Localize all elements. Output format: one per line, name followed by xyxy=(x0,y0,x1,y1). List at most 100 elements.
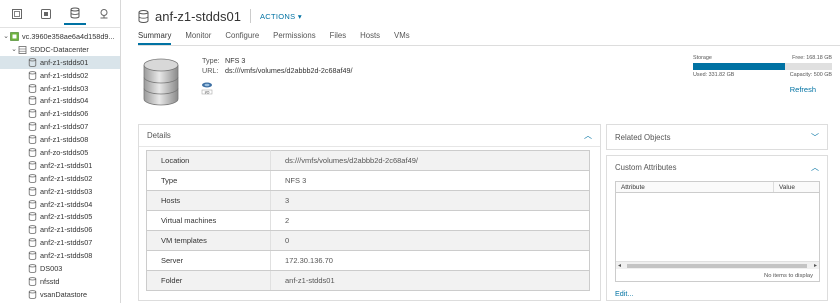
tabs-divider xyxy=(138,45,840,46)
datastore-icon xyxy=(28,122,37,131)
tab-monitor[interactable]: Monitor xyxy=(185,31,211,45)
tree-item[interactable]: anf-z1-stdds07 xyxy=(0,120,120,133)
storage-capacity: Capacity: 500 GB xyxy=(789,72,832,78)
scroll-right-icon[interactable]: ▸ xyxy=(814,262,817,270)
column-header-attribute[interactable]: Attribute xyxy=(616,182,774,192)
tree-item-label: anf2-z1-stdds01 xyxy=(40,160,93,170)
chevron-down-icon[interactable]: ⌄ xyxy=(10,45,18,53)
tree-item[interactable]: DS003 xyxy=(0,262,120,275)
empty-grid-message: No items to display xyxy=(764,273,813,279)
storage-used: Used: 331.82 GB xyxy=(693,72,735,78)
actions-label: ACTIONS xyxy=(260,11,296,21)
chevron-down-icon[interactable]: ⌄ xyxy=(2,32,10,40)
tree-item-label: anf-zo-stdds05 xyxy=(40,147,89,157)
chevron-up-icon[interactable]: ︿ xyxy=(584,130,592,141)
grid-header: Attribute Value xyxy=(616,182,819,193)
datastore-icon xyxy=(28,57,37,67)
details-value: 2 xyxy=(270,210,590,231)
details-key: Virtual machines xyxy=(146,210,271,231)
networking-icon[interactable] xyxy=(93,3,115,25)
tree-item-label: anf2-z1-stdds04 xyxy=(40,199,93,209)
tree-item[interactable]: anf2-z1-stdds02 xyxy=(0,172,120,185)
tree-item[interactable]: anf-z1-stdds04 xyxy=(0,94,120,107)
tree-item-label: anf2-z1-stdds02 xyxy=(40,173,93,183)
storage-icon[interactable] xyxy=(63,3,86,25)
related-objects-header[interactable]: Related Objects ﹀ xyxy=(607,125,827,149)
column-header-value[interactable]: Value xyxy=(774,182,795,192)
details-header[interactable]: Details ︿ xyxy=(139,125,600,147)
edit-attributes-link[interactable]: Edit... xyxy=(615,289,633,298)
datastore-icon xyxy=(28,264,37,273)
tree-item[interactable]: anf-zo-stdds05 xyxy=(0,146,120,159)
object-header: anf-z1-stdds01 ACTIONS ▾ xyxy=(138,7,302,25)
datastore-icon xyxy=(28,173,37,183)
tree-item-label: SDDC-Datacenter xyxy=(30,44,89,54)
tree-item[interactable]: anf2-z1-stdds08 xyxy=(0,249,120,262)
tree-item-label: vsanDatastore xyxy=(40,289,88,299)
tree-item[interactable]: ⌄ SDDC-Datacenter xyxy=(0,43,120,56)
datastore-icon xyxy=(28,238,37,247)
tree-item[interactable]: ⌄ vc.3960e358ae6a4d158d9... xyxy=(0,30,120,43)
tree-item[interactable]: anf2-z1-stdds01 xyxy=(0,159,120,172)
tab-vms[interactable]: VMs xyxy=(394,31,410,45)
tab-hosts[interactable]: Hosts xyxy=(360,31,380,45)
tree-item[interactable]: anf-z1-stdds06 xyxy=(0,107,120,120)
scroll-left-icon[interactable]: ◂ xyxy=(618,262,621,270)
details-row: Location ds:///vmfs/volumes/d2abbb2d-2c68… xyxy=(146,150,590,171)
datastore-icon xyxy=(28,135,37,144)
tree-item[interactable]: vsanDatastore xyxy=(0,288,120,301)
chevron-up-icon[interactable]: ︿ xyxy=(811,162,819,173)
tree-item-label: vc.3960e358ae6a4d158d9... xyxy=(22,31,115,41)
datastore-icon xyxy=(28,83,37,93)
tree-item-label: anf-z1-stdds07 xyxy=(40,122,89,132)
details-value: 3 xyxy=(270,190,590,211)
tree-item[interactable]: anf2-z1-stdds05 xyxy=(0,210,120,223)
storage-bar xyxy=(693,63,832,70)
chevron-down-icon[interactable]: ﹀ xyxy=(811,132,819,143)
summary-header: Type: NFS 3 URL: ds:///vmfs/volumes/d2ab… xyxy=(138,54,832,114)
details-value: anf-z1-stdds01 xyxy=(270,270,590,291)
details-table: Location ds:///vmfs/volumes/d2abbb2d-2c68… xyxy=(146,150,590,291)
main-panel: anf-z1-stdds01 ACTIONS ▾ Summary Monitor C… xyxy=(122,0,840,303)
chevron-down-icon: ▾ xyxy=(297,11,302,21)
actions-menu-button[interactable]: ACTIONS ▾ xyxy=(260,12,302,21)
tree-item[interactable]: anf-z1-stdds02 xyxy=(0,69,120,82)
tab-permissions[interactable]: Permissions xyxy=(273,31,315,45)
tree-item[interactable]: anf2-z1-stdds06 xyxy=(0,223,120,236)
title-divider xyxy=(250,9,251,23)
tab-configure[interactable]: Configure xyxy=(225,31,259,45)
details-row: Folder anf-z1-stdds01 xyxy=(146,270,590,291)
datastore-icon xyxy=(28,212,37,222)
tree-item[interactable]: anf-z1-stdds08 xyxy=(0,133,120,146)
tree-item-label: nfsstd xyxy=(40,276,60,286)
tree-item[interactable]: anf2-z1-stdds03 xyxy=(0,185,120,198)
related-objects-title: Related Objects xyxy=(615,132,671,142)
inventory-navigator: ⌄ vc.3960e358ae6a4d158d9... ⌄ SDDC-Datacent… xyxy=(0,0,121,303)
refresh-link[interactable]: Refresh xyxy=(790,85,816,94)
details-row: Virtual machines 2 xyxy=(146,210,590,231)
horizontal-scrollbar[interactable]: ◂ ▸ xyxy=(616,261,819,269)
details-row: VM templates 0 xyxy=(146,230,590,251)
datastore-icon xyxy=(28,251,37,260)
details-title: Details xyxy=(147,131,171,140)
tree-item[interactable]: anf2-z1-stdds07 xyxy=(0,236,120,249)
tree-item[interactable]: anf2-z1-stdds04 xyxy=(0,198,120,211)
tree-item[interactable]: anf-z1-stdds03 xyxy=(0,82,120,95)
tab-files[interactable]: Files xyxy=(330,31,346,45)
tab-summary[interactable]: Summary xyxy=(138,31,172,45)
datacenter-icon xyxy=(18,45,27,54)
custom-attributes-header[interactable]: Custom Attributes ︿ xyxy=(607,156,827,178)
vms-templates-icon[interactable] xyxy=(35,3,57,25)
tree-item-label: anf-z1-stdds01 xyxy=(40,57,89,67)
details-value: NFS 3 xyxy=(270,170,590,191)
hosts-clusters-icon[interactable] xyxy=(6,3,28,25)
tree-item-label: anf2-z1-stdds03 xyxy=(40,186,93,196)
scrollbar-thumb[interactable] xyxy=(627,264,807,268)
details-card: Details ︿ Location ds:///vmfs/volumes/d2a… xyxy=(138,124,601,301)
datastore-icon xyxy=(28,109,37,119)
storage-bar-fill xyxy=(693,63,786,70)
tree-item[interactable]: anf-z1-stdds01 xyxy=(0,55,120,69)
type-label: Type: xyxy=(202,56,220,65)
storage-bottom-row: Used: 331.82 GB Capacity: 500 GB xyxy=(693,72,832,78)
tree-item[interactable]: nfsstd xyxy=(0,275,120,288)
